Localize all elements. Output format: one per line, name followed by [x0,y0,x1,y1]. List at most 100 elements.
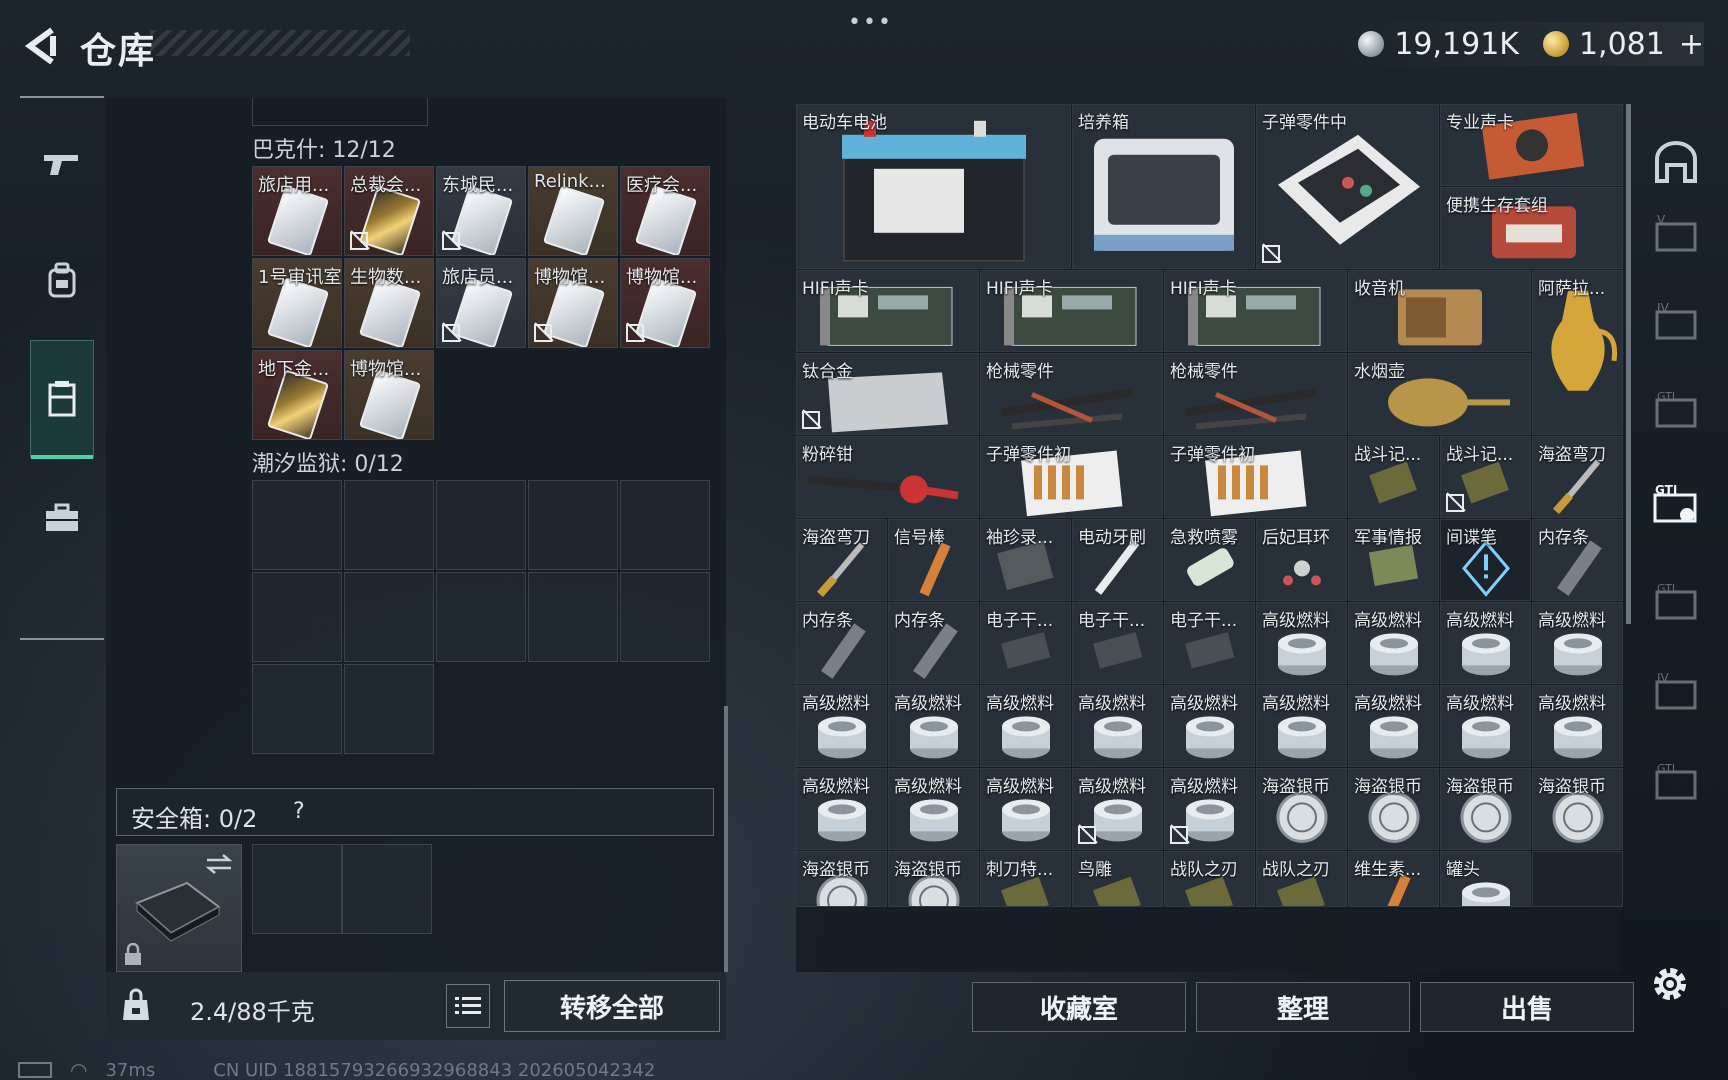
inventory-item[interactable]: HIFI声卡 [1164,270,1347,352]
inventory-item[interactable]: 战队之刃 [1256,851,1347,907]
nav-home[interactable] [1644,130,1708,194]
empty-slot[interactable] [252,664,342,754]
inventory-item[interactable]: 高级燃料 [980,685,1071,767]
inventory-item[interactable]: 海盗银币 [1348,768,1439,850]
inventory-item[interactable]: 海盗银币 [888,851,979,907]
empty-slot[interactable] [344,480,434,570]
empty-slot[interactable] [344,664,434,754]
inventory-item[interactable]: 高级燃料 [1256,685,1347,767]
inventory-item[interactable]: 战斗记... [1348,436,1439,518]
list-view-button[interactable] [446,984,490,1028]
inventory-item[interactable]: 专业声卡 [1440,104,1623,186]
empty-slot[interactable] [436,572,526,662]
inventory-item[interactable]: 高级燃料 [796,768,887,850]
inventory-item[interactable]: 海盗弯刀 [796,519,887,601]
more-menu-icon[interactable]: ••• [848,10,893,35]
nav-container-v[interactable]: V [1644,202,1708,266]
keycard-item[interactable]: 1号审讯室 [252,258,342,348]
inventory-item[interactable]: 内存条 [1532,519,1623,601]
keycard-item[interactable]: Relink... [528,166,618,256]
nav-briefcase[interactable] [30,486,94,550]
empty-slot[interactable] [1532,851,1623,907]
empty-slot[interactable] [528,572,618,662]
inventory-item[interactable]: 便携生存套组 [1440,187,1623,269]
inventory-item[interactable]: 高级燃料 [1256,602,1347,684]
inventory-item[interactable]: 收音机 [1348,270,1531,352]
inventory-item[interactable]: 军事情报 [1348,519,1439,601]
inventory-item[interactable]: 高级燃料 [1072,768,1163,850]
empty-slot[interactable] [252,480,342,570]
nav-storage[interactable] [30,340,94,459]
nav-container-gti-c[interactable]: GTI [1644,750,1708,814]
add-gold-button[interactable]: + [1679,27,1704,62]
inventory-item[interactable]: 枪械零件 [1164,353,1347,435]
inventory-item[interactable]: 水烟壶 [1348,353,1531,435]
empty-slot[interactable] [344,572,434,662]
inventory-item[interactable]: 钛合金 [796,353,979,435]
nav-container-gti-active[interactable]: GTI [1644,472,1708,536]
keycard-item[interactable]: 博物馆... [528,258,618,348]
inventory-item[interactable]: 高级燃料 [888,685,979,767]
sort-button[interactable]: 整理 [1196,982,1410,1032]
keycard-item[interactable]: 总裁会... [344,166,434,256]
inventory-item[interactable]: 高级燃料 [1532,685,1623,767]
keycard-item[interactable]: 生物数... [344,258,434,348]
empty-slot[interactable] [436,480,526,570]
inventory-item[interactable]: 维生素... [1348,851,1439,907]
inventory-item[interactable]: 高级燃料 [1164,685,1255,767]
inventory-item[interactable]: 高级燃料 [888,768,979,850]
inventory-item[interactable]: 高级燃料 [1440,685,1531,767]
inventory-item[interactable]: 后妃耳环 [1256,519,1347,601]
inventory-item[interactable]: 海盗银币 [1532,768,1623,850]
nav-weapons[interactable] [30,132,94,196]
inventory-item[interactable]: 电子干... [980,602,1071,684]
inventory-item[interactable]: 高级燃料 [1164,768,1255,850]
inventory-item[interactable]: 海盗银币 [1440,768,1531,850]
keycard-item[interactable]: 地下金... [252,350,342,440]
keycard-item[interactable]: 旅店用... [252,166,342,256]
right-scrollbar[interactable] [1626,104,1631,624]
empty-slot[interactable] [528,480,618,570]
inventory-item[interactable]: 海盗银币 [796,851,887,907]
inventory-item[interactable]: 电动车电池 [796,104,1071,269]
transfer-all-button[interactable]: 转移全部 [504,980,720,1032]
empty-slot[interactable] [620,572,710,662]
nav-container-gti-a[interactable]: GTI [1644,378,1708,442]
inventory-item[interactable]: HIFI声卡 [980,270,1163,352]
inventory-item[interactable]: 阿萨拉... [1532,270,1623,435]
safe-box-item[interactable] [116,844,242,972]
back-arrow-icon[interactable] [22,26,62,66]
inventory-item[interactable]: 高级燃料 [1348,602,1439,684]
empty-slot[interactable] [252,572,342,662]
inventory-item[interactable]: 内存条 [796,602,887,684]
inventory-item[interactable]: 高级燃料 [1440,602,1531,684]
nav-container-iv-b[interactable]: IV [1644,660,1708,724]
keycard-item[interactable]: 博物馆... [344,350,434,440]
inventory-item[interactable]: 子弹零件初 [1164,436,1347,518]
inventory-item[interactable]: 电动牙刷 [1072,519,1163,601]
empty-slot[interactable] [620,480,710,570]
inventory-item[interactable]: 战队之刃 [1164,851,1255,907]
inventory-item[interactable]: 培养箱 [1072,104,1255,269]
nav-backpack[interactable] [30,248,94,312]
collection-room-button[interactable]: 收藏室 [972,982,1186,1032]
inventory-item[interactable]: 子弹零件初 [980,436,1163,518]
inventory-item[interactable]: HIFI声卡 [796,270,979,352]
safe-slot[interactable] [342,844,432,934]
inventory-item[interactable]: 电子干... [1164,602,1255,684]
inventory-item[interactable]: 高级燃料 [1072,685,1163,767]
inventory-item[interactable]: 信号棒 [888,519,979,601]
inventory-item[interactable]: 间谍笔 [1440,519,1531,601]
nav-container-iv-a[interactable]: IV [1644,290,1708,354]
inventory-item[interactable]: 刺刀特... [980,851,1071,907]
inventory-item[interactable]: 高级燃料 [980,768,1071,850]
inventory-item[interactable]: 高级燃料 [796,685,887,767]
inventory-item[interactable]: 罐头 [1440,851,1531,907]
inventory-item[interactable]: 战斗记... [1440,436,1531,518]
keycard-item[interactable]: 东城民... [436,166,526,256]
safe-slot[interactable] [252,844,342,934]
inventory-item[interactable]: 高级燃料 [1532,602,1623,684]
nav-container-gti-b[interactable]: GTI [1644,570,1708,634]
inventory-item[interactable]: 急救喷雾 [1164,519,1255,601]
settings-gear-icon[interactable] [1648,962,1692,1006]
